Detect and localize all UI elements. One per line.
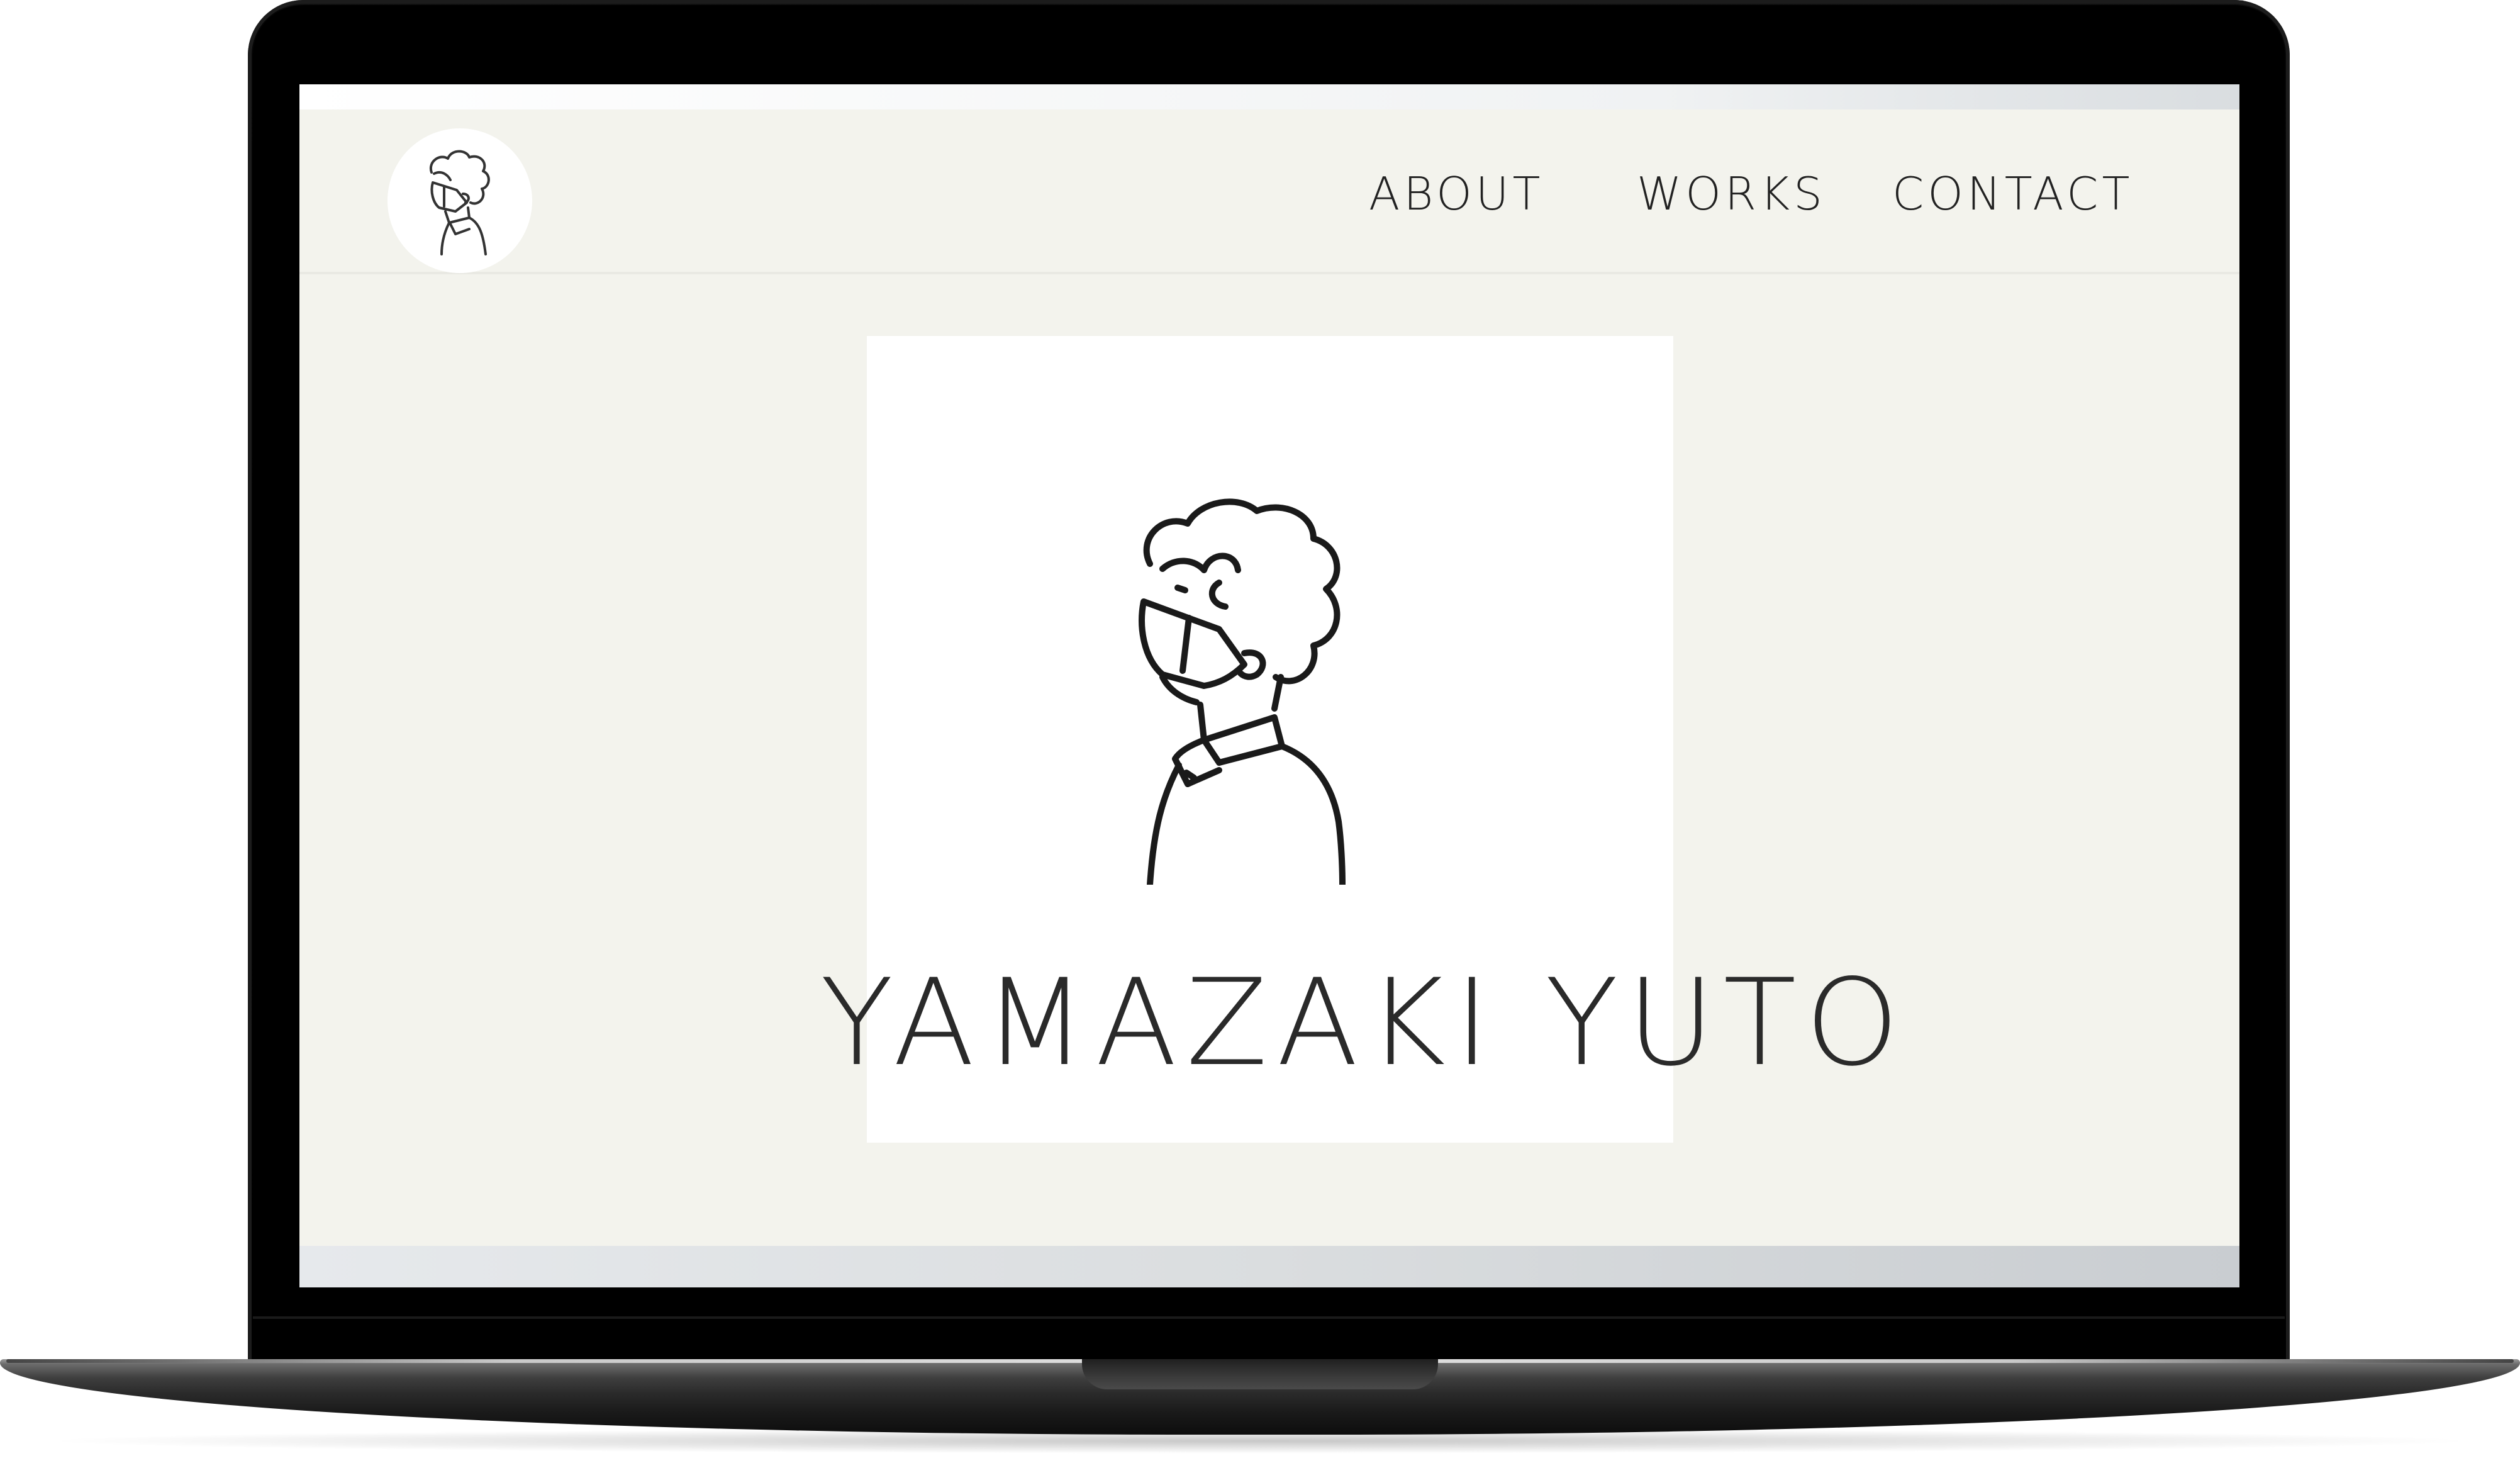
site-header: ABOUT WORKS CONTACT — [299, 109, 2239, 274]
laptop-chin — [253, 1316, 2285, 1319]
website-screen: ABOUT WORKS CONTACT YAMAZAKI YUTO — [299, 84, 2239, 1287]
nav-about-link[interactable]: ABOUT — [1369, 171, 1544, 216]
portrait-illustration-icon — [1139, 498, 1346, 885]
avatar-illustration-icon — [429, 150, 490, 255]
nav-works-link[interactable]: WORKS — [1637, 171, 1826, 216]
screen-top-strip — [299, 84, 2239, 109]
laptop-notch — [1082, 1359, 1438, 1389]
logo-avatar[interactable] — [387, 128, 532, 273]
screen-bottom-strip — [299, 1246, 2239, 1287]
nav-contact-link[interactable]: CONTACT — [1892, 171, 2133, 216]
hero-title: YAMAZAKI YUTO — [820, 953, 1909, 1093]
